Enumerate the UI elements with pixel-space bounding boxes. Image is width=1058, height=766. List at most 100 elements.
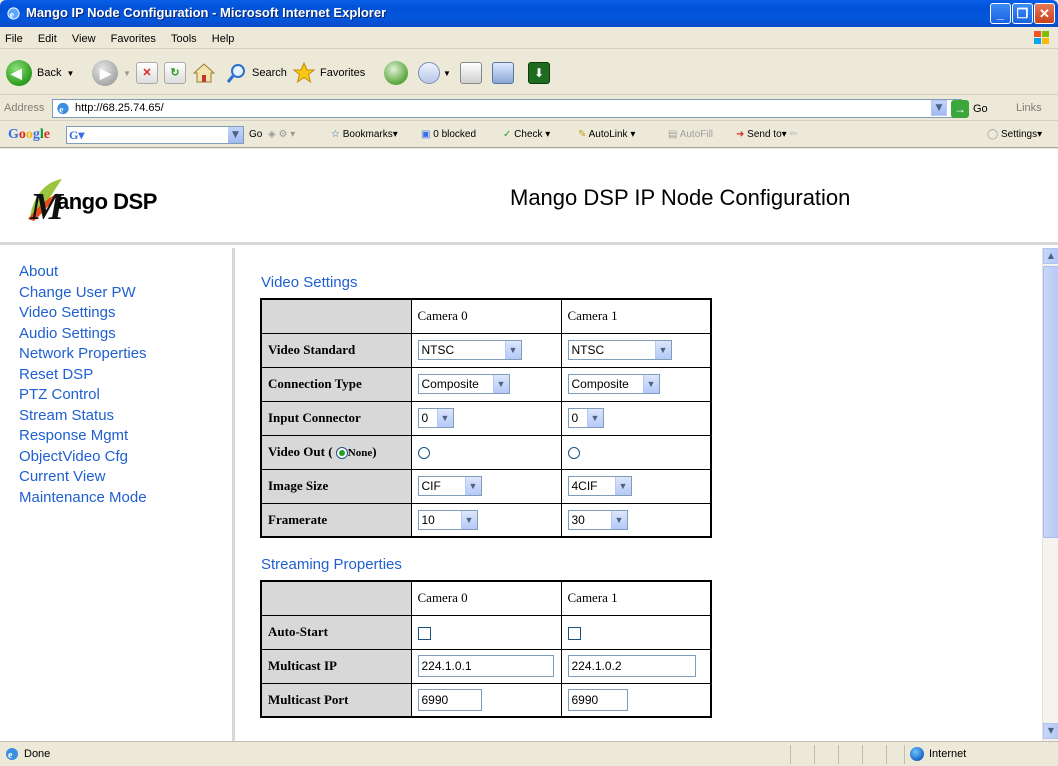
autolink-label: AutoLink (588, 129, 628, 140)
menu-view[interactable]: View (67, 29, 101, 45)
favorites-label: Favorites (320, 67, 366, 79)
video-standard-cam0-select[interactable]: NTSC ▼ (417, 340, 522, 360)
video-out-label: Video Out ( None) (260, 434, 412, 470)
links-button[interactable]: Links (1016, 102, 1042, 114)
status-pane (790, 745, 791, 764)
sidebar-item-audio-settings[interactable]: Audio Settings (19, 324, 232, 345)
camera1-header: Camera 1 (560, 298, 712, 334)
video-out-none-radio[interactable] (335, 447, 348, 460)
chevron-down-icon[interactable]: ▼ (228, 127, 243, 143)
camera0-header: Camera 0 (410, 580, 562, 616)
status-text: Done (24, 748, 51, 760)
spellcheck-button[interactable]: ✓ Check ▾ (503, 129, 550, 140)
sidebar-item-about[interactable]: About (19, 262, 232, 283)
sidebar-item-change-user-pw[interactable]: Change User PW (19, 283, 232, 304)
image-size-cam1-select[interactable]: 4CIF ▼ (567, 476, 632, 496)
spellcheck-icon: ✓ (503, 129, 512, 140)
autolink-button[interactable]: ✎ AutoLink ▾ (578, 129, 635, 140)
framerate-cam0-select[interactable]: 10 ▼ (417, 509, 478, 530)
vertical-scrollbar[interactable]: ▲ ▼ (1042, 248, 1058, 741)
star-outline-icon: ☆ (331, 129, 340, 140)
multicast-port-cam1-input[interactable]: 6990 (567, 688, 628, 711)
input-connector-label: Input Connector (260, 400, 412, 436)
minimize-button[interactable]: _ (990, 3, 1011, 24)
refresh-button[interactable]: ↻ (164, 58, 186, 88)
sidebar-item-response-mgmt[interactable]: Response Mgmt (19, 426, 232, 447)
ie-window: e Mango IP Node Configuration - Microsof… (0, 0, 1058, 766)
scroll-up-arrow-icon[interactable]: ▲ (1043, 248, 1058, 264)
toolbar-icons[interactable]: ◈ ⚙ ▾ (268, 129, 295, 140)
image-size-cam0-select[interactable]: CIF ▼ (417, 476, 482, 496)
stop-button[interactable]: ✕ (136, 58, 158, 88)
go-arrow-icon: → (951, 100, 969, 118)
title-bar[interactable]: e Mango IP Node Configuration - Microsof… (0, 0, 1058, 27)
video-out-cam1-radio[interactable] (567, 447, 580, 460)
sendto-button[interactable]: ➜ Send to▾ ✏ (736, 129, 798, 140)
sidebar-item-video-settings[interactable]: Video Settings (19, 303, 232, 324)
streaming-properties-table: Camera 0 Camera 1 Auto-Start Multicast I… (260, 580, 712, 718)
search-button[interactable]: Search (226, 58, 287, 88)
google-search-input[interactable]: G▾ ▼ (66, 126, 244, 144)
sidebar-item-ptz-control[interactable]: PTZ Control (19, 385, 232, 406)
google-logo[interactable]: Google (8, 127, 50, 143)
scroll-down-arrow-icon[interactable]: ▼ (1043, 723, 1058, 739)
sidebar-nav: About Change User PW Video Settings Audi… (0, 248, 235, 741)
address-input[interactable]: e http://68.25.74.65/ (52, 99, 962, 118)
sidebar-item-current-view[interactable]: Current View (19, 467, 232, 488)
table-corner (260, 580, 412, 616)
google-go-button[interactable]: Go (249, 129, 262, 140)
print-button[interactable] (460, 58, 482, 88)
framerate-cam1-select[interactable]: 30 ▼ (567, 509, 628, 530)
home-button[interactable] (192, 58, 216, 88)
video-out-cam0-radio[interactable] (417, 447, 430, 460)
menu-help[interactable]: Help (207, 29, 240, 45)
table-row: Multicast IP 224.1.0.1 224.1.0.2 (260, 648, 712, 684)
auto-start-cam1-checkbox[interactable] (567, 626, 581, 640)
go-button[interactable]: → Go (951, 99, 988, 119)
chevron-down-icon: ▼ (492, 375, 509, 393)
auto-start-cam0-checkbox[interactable] (417, 626, 431, 640)
menu-file[interactable]: File (0, 29, 28, 45)
address-dropdown[interactable]: ▼ (931, 100, 947, 116)
input-connector-cam1-select[interactable]: 0 ▼ (567, 408, 604, 428)
edit-button[interactable] (492, 58, 514, 88)
sidebar-item-stream-status[interactable]: Stream Status (19, 406, 232, 427)
settings-button[interactable]: ◯ Settings▾ (987, 129, 1042, 140)
maximize-button[interactable]: ❐ (1012, 3, 1033, 24)
multicast-ip-cam1-input[interactable]: 224.1.0.2 (567, 655, 696, 677)
auto-start-label: Auto-Start (260, 614, 412, 650)
sidebar-item-maintenance-mode[interactable]: Maintenance Mode (19, 488, 232, 509)
security-zone[interactable]: Internet (910, 747, 966, 761)
back-arrow-icon: ◀ (6, 60, 32, 86)
sidebar-item-reset-dsp[interactable]: Reset DSP (19, 365, 232, 386)
popup-blocked-button[interactable]: ▣ 0 blocked (421, 129, 476, 140)
back-button[interactable]: ◀ Back ▼ (6, 58, 74, 88)
mail-button[interactable]: ▼ (418, 58, 451, 88)
video-settings-title: Video Settings (261, 274, 358, 291)
connection-type-cam0-select[interactable]: Composite ▼ (417, 374, 510, 394)
menu-tools[interactable]: Tools (166, 29, 202, 45)
multicast-port-cam0-input[interactable]: 6990 (417, 688, 482, 711)
forward-button[interactable]: ▶ ▼ (92, 58, 131, 88)
table-row: Image Size CIF ▼ 4CIF ▼ (260, 468, 712, 504)
chevron-down-icon: ▼ (614, 477, 631, 495)
video-standard-cam1-select[interactable]: NTSC ▼ (567, 340, 672, 360)
download-icon: ⬇ (528, 62, 550, 84)
close-button[interactable]: ✕ (1034, 3, 1055, 24)
chevron-down-icon: ▼ (460, 510, 477, 529)
menu-favorites[interactable]: Favorites (106, 29, 161, 45)
table-row: Multicast Port 6990 6990 (260, 682, 712, 718)
connection-type-cam1-select[interactable]: Composite ▼ (567, 374, 660, 394)
sidebar-item-network-properties[interactable]: Network Properties (19, 344, 232, 365)
autofill-button[interactable]: ▤ AutoFill (668, 129, 713, 140)
sidebar-item-objectvideo-cfg[interactable]: ObjectVideo Cfg (19, 447, 232, 468)
favorites-button[interactable]: Favorites (292, 58, 365, 88)
messenger-button[interactable]: ⬇ (528, 58, 550, 88)
standard-toolbar: ◀ Back ▼ ▶ ▼ ✕ ↻ Search Favorites ▼ ⬇ (0, 50, 1058, 95)
input-connector-cam0-select[interactable]: 0 ▼ (417, 408, 454, 428)
multicast-ip-cam0-input[interactable]: 224.1.0.1 (417, 655, 554, 677)
history-button[interactable] (384, 58, 408, 88)
menu-edit[interactable]: Edit (33, 29, 62, 45)
bookmarks-button[interactable]: ☆ Bookmarks▾ (331, 129, 398, 140)
scroll-thumb[interactable] (1043, 266, 1058, 538)
